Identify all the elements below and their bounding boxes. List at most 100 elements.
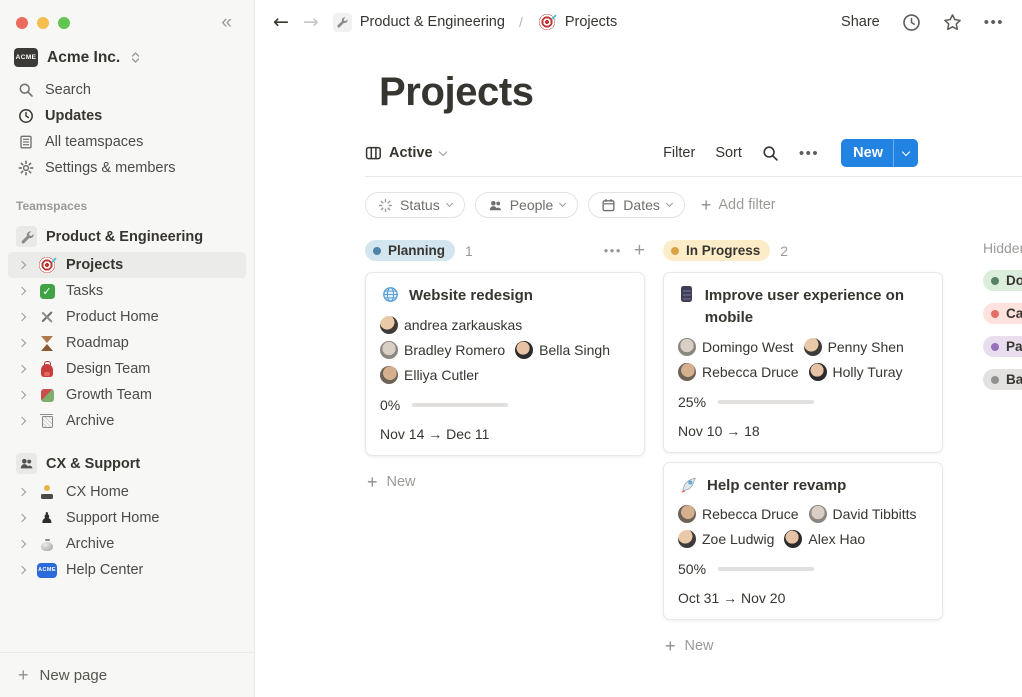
status-pill-in-progress[interactable]: In Progress xyxy=(663,240,770,261)
sidebar-item-all-teamspaces[interactable]: All teamspaces xyxy=(8,129,246,155)
chevron-right-icon[interactable] xyxy=(16,262,28,268)
filter-chip-status[interactable]: Status xyxy=(365,192,465,218)
breadcrumb-item[interactable]: Projects xyxy=(565,14,617,30)
person: Bella Singh xyxy=(515,341,610,359)
sidebar-item-search[interactable]: Search xyxy=(8,77,246,103)
breadcrumb-item[interactable]: Product & Engineering xyxy=(360,14,505,30)
sidebar-item-help-center[interactable]: ACME Help Center xyxy=(8,557,246,583)
filter-chip-dates[interactable]: Dates xyxy=(588,192,685,218)
person: Bradley Romero xyxy=(380,341,505,359)
status-dot xyxy=(991,277,999,285)
column-new-card-button[interactable]: + New xyxy=(365,465,645,499)
filter-button[interactable]: Filter xyxy=(663,145,695,161)
chevron-right-icon[interactable] xyxy=(16,314,28,320)
minimize-window-button[interactable] xyxy=(37,17,49,29)
chevron-right-icon[interactable] xyxy=(16,515,28,521)
kanban-board: Planning 1 ••• + Website xyxy=(365,240,1022,663)
more-options-icon[interactable]: ••• xyxy=(799,145,819,162)
project-card-improve-ux-mobile[interactable]: Improve user experience on mobile Doming… xyxy=(663,272,943,453)
search-icon[interactable] xyxy=(762,145,779,162)
people-icon xyxy=(16,453,37,474)
new-page-button[interactable]: + New page xyxy=(0,652,254,697)
close-window-button[interactable] xyxy=(16,17,28,29)
new-button[interactable]: New xyxy=(841,139,918,167)
sidebar-item-label: Tasks xyxy=(66,283,103,299)
page-title[interactable]: Projects xyxy=(379,70,534,115)
forward-arrow-icon[interactable]: → xyxy=(303,11,319,33)
new-button-label[interactable]: New xyxy=(841,139,893,167)
target-icon xyxy=(37,257,57,273)
chevron-right-icon[interactable] xyxy=(16,366,28,372)
sidebar-item-cx-support[interactable]: CX & Support xyxy=(8,448,246,479)
filter-chip-people[interactable]: People xyxy=(475,192,579,218)
sort-button[interactable]: Sort xyxy=(715,145,742,161)
sidebar-item-cx-home[interactable]: CX Home xyxy=(8,479,246,505)
avatar xyxy=(784,530,802,548)
plus-icon: + xyxy=(665,637,676,655)
person: Elliya Cutler xyxy=(380,366,479,384)
back-arrow-icon[interactable]: ← xyxy=(273,11,289,33)
column-header: In Progress 2 xyxy=(663,240,943,261)
sidebar-item-settings[interactable]: Settings & members xyxy=(8,155,246,181)
project-card-website-redesign[interactable]: Website redesign andrea zarkauskas Bradl… xyxy=(365,272,645,456)
chevron-right-icon[interactable] xyxy=(16,418,28,424)
chevron-right-icon[interactable] xyxy=(16,340,28,346)
plus-icon: + xyxy=(701,196,712,214)
avatar xyxy=(380,316,398,334)
status-pill-planning[interactable]: Planning xyxy=(365,240,455,261)
collapse-sidebar-icon[interactable]: « xyxy=(221,13,232,32)
card-people: Domingo West Penny Shen Rebecca Druce Ho… xyxy=(678,338,928,381)
page-title-row: Projects xyxy=(365,70,1022,115)
chevron-right-icon[interactable] xyxy=(16,392,28,398)
more-options-icon[interactable]: ••• xyxy=(984,14,1004,31)
sidebar-item-label: CX & Support xyxy=(46,456,140,472)
wrench-icon[interactable] xyxy=(333,13,352,32)
sidebar-item-design-team[interactable]: Design Team xyxy=(8,356,246,382)
history-clock-icon[interactable] xyxy=(902,13,921,32)
sidebar-item-projects[interactable]: Projects xyxy=(8,252,246,278)
sidebar-item-cx-archive[interactable]: Archive xyxy=(8,531,246,557)
avatar xyxy=(678,505,696,523)
person: Rebecca Druce xyxy=(678,363,799,381)
workspace-switcher[interactable]: ACME Acme Inc. xyxy=(0,40,254,75)
status-pill-canceled[interactable]: Canceled xyxy=(983,303,1022,324)
sidebar-item-archive[interactable]: Archive xyxy=(8,408,246,434)
status-pill-paused[interactable]: Paused xyxy=(983,336,1022,357)
sidebar-item-roadmap[interactable]: Roadmap xyxy=(8,330,246,356)
sidebar-item-growth-team[interactable]: Growth Team xyxy=(8,382,246,408)
chevron-right-icon[interactable] xyxy=(16,541,28,547)
zoom-window-button[interactable] xyxy=(58,17,70,29)
sidebar-item-product-home[interactable]: Product Home xyxy=(8,304,246,330)
burst-icon xyxy=(378,198,393,213)
chevron-right-icon[interactable] xyxy=(16,288,28,294)
new-button-dropdown[interactable] xyxy=(893,139,918,167)
status-pill-backlog[interactable]: Backlog xyxy=(983,369,1022,390)
person: Alex Hao xyxy=(784,530,865,548)
card-progress: 0% xyxy=(380,397,630,413)
sidebar-item-support-home[interactable]: ♟ Support Home xyxy=(8,505,246,531)
sidebar-item-label: Product Home xyxy=(66,309,159,325)
chevron-right-icon[interactable] xyxy=(16,489,28,495)
workspace-logo: ACME xyxy=(14,48,38,67)
project-card-help-center-revamp[interactable]: Help center revamp Rebecca Druce David T… xyxy=(663,462,943,621)
new-card-label: New xyxy=(685,638,714,654)
calendar-icon xyxy=(601,198,616,213)
share-button[interactable]: Share xyxy=(841,14,880,30)
favorite-star-icon[interactable] xyxy=(943,13,962,32)
sidebar-item-label: Help Center xyxy=(66,562,143,578)
teamspaces-section-header: Teamspaces xyxy=(0,183,254,219)
add-filter-button[interactable]: + Add filter xyxy=(701,196,776,214)
tab-active-view[interactable]: Active xyxy=(365,145,446,161)
sidebar-item-updates[interactable]: Updates xyxy=(8,103,246,129)
sidebar-item-tasks[interactable]: ✓ Tasks xyxy=(8,278,246,304)
column-add-icon[interactable]: + xyxy=(634,241,645,260)
chevron-right-icon[interactable] xyxy=(16,567,28,573)
column-more-icon[interactable]: ••• xyxy=(604,243,622,258)
status-pill-done[interactable]: Done xyxy=(983,270,1022,291)
progress-bar xyxy=(718,400,814,404)
acme-badge-icon: ACME xyxy=(37,563,57,578)
workspace-name: Acme Inc. xyxy=(47,49,120,67)
board-column-planning: Planning 1 ••• + Website xyxy=(365,240,645,499)
column-new-card-button[interactable]: + New xyxy=(663,629,943,663)
sidebar-item-product-engineering[interactable]: Product & Engineering xyxy=(8,221,246,252)
